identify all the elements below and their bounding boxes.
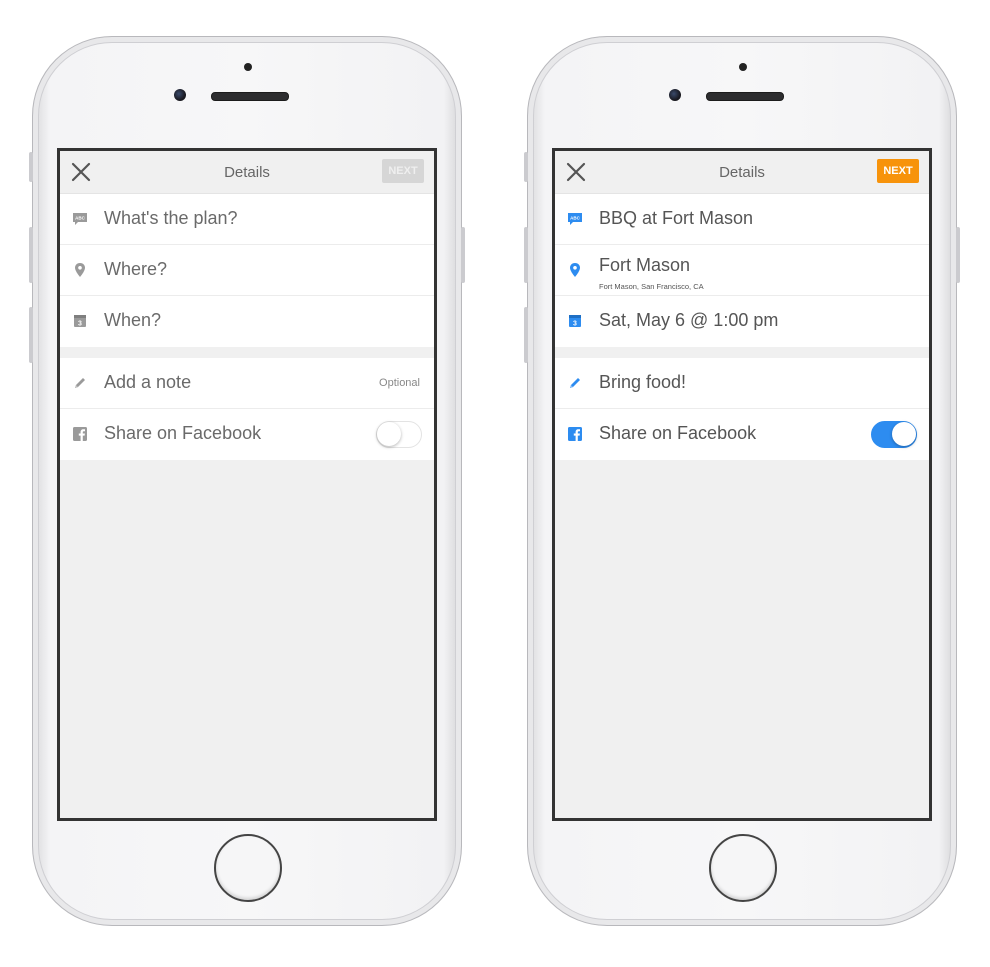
proximity-sensor <box>739 63 747 71</box>
calendar-icon: 3 <box>74 315 86 328</box>
note-value: Bring food! <box>599 372 687 392</box>
svg-text:ABC: ABC <box>75 216 85 221</box>
volume-down-button <box>29 307 33 363</box>
map-pin-icon <box>570 263 580 277</box>
note-placeholder: Add a note <box>104 372 192 392</box>
earpiece-speaker <box>211 92 289 101</box>
share-facebook-row: Share on Facebook <box>555 409 929 460</box>
share-facebook-row: Share on Facebook <box>60 409 434 460</box>
extras-group: Add a note Optional Share on Facebook <box>60 358 434 460</box>
facebook-toggle[interactable] <box>871 421 917 448</box>
proximity-sensor <box>244 63 252 71</box>
phone-left: Details NEXT ABC What's the plan? Where? <box>29 36 465 926</box>
abc-speech-bubble-icon: ABC <box>568 213 582 225</box>
mute-switch <box>524 152 528 182</box>
facebook-icon <box>73 427 87 441</box>
plan-placeholder: What's the plan? <box>104 208 238 228</box>
front-camera <box>669 89 681 101</box>
home-button[interactable] <box>214 834 282 902</box>
optional-hint: Optional <box>379 377 420 389</box>
when-placeholder: When? <box>104 310 162 330</box>
home-button[interactable] <box>709 834 777 902</box>
where-subtitle: Fort Mason, San Francisco, CA <box>599 282 704 291</box>
abc-speech-bubble-icon: ABC <box>73 213 87 225</box>
where-value: Fort Mason <box>599 255 691 275</box>
plan-value: BBQ at Fort Mason <box>599 208 754 228</box>
svg-text:3: 3 <box>573 321 577 328</box>
page-title: Details <box>719 164 765 181</box>
facebook-icon <box>568 427 582 441</box>
section-separator <box>60 347 434 358</box>
mute-switch <box>29 152 33 182</box>
page-title: Details <box>224 164 270 181</box>
volume-down-button <box>524 307 528 363</box>
note-field[interactable]: Add a note Optional <box>60 358 434 409</box>
navigation-bar: Details NEXT <box>555 151 929 194</box>
power-button <box>461 227 465 283</box>
toggle-knob <box>377 422 401 446</box>
svg-text:ABC: ABC <box>570 216 580 221</box>
navigation-bar: Details NEXT <box>60 151 434 194</box>
next-button[interactable]: NEXT <box>877 159 919 183</box>
screen-empty-form: Details NEXT ABC What's the plan? Where? <box>57 148 437 821</box>
facebook-label: Share on Facebook <box>104 423 262 443</box>
plan-field[interactable]: ABC What's the plan? <box>60 194 434 245</box>
plan-field[interactable]: ABC BBQ at Fort Mason <box>555 194 929 245</box>
pencil-icon <box>570 378 580 388</box>
toggle-knob <box>892 422 916 446</box>
when-value: Sat, May 6 @ 1:00 pm <box>599 310 779 330</box>
where-placeholder: Where? <box>104 259 168 279</box>
svg-text:3: 3 <box>78 321 82 328</box>
extras-group: Bring food! Share on Facebook <box>555 358 929 460</box>
facebook-toggle[interactable] <box>376 421 422 448</box>
when-field[interactable]: 3 Sat, May 6 @ 1:00 pm <box>555 296 929 347</box>
screen-filled-form: Details NEXT ABC BBQ at Fort Mason Fort … <box>552 148 932 821</box>
where-field[interactable]: Where? <box>60 245 434 296</box>
power-button <box>956 227 960 283</box>
facebook-label: Share on Facebook <box>599 423 757 443</box>
volume-up-button <box>29 227 33 283</box>
details-group: ABC What's the plan? Where? 3 When? <box>60 194 434 347</box>
section-separator <box>555 347 929 358</box>
pencil-icon <box>75 378 85 388</box>
details-group: ABC BBQ at Fort Mason Fort Mason Fort Ma… <box>555 194 929 347</box>
volume-up-button <box>524 227 528 283</box>
note-field[interactable]: Bring food! <box>555 358 929 409</box>
front-camera <box>174 89 186 101</box>
next-button[interactable]: NEXT <box>382 159 424 183</box>
when-field[interactable]: 3 When? <box>60 296 434 347</box>
earpiece-speaker <box>706 92 784 101</box>
where-field[interactable]: Fort Mason Fort Mason, San Francisco, CA <box>555 245 929 296</box>
calendar-icon: 3 <box>569 315 581 328</box>
phone-right: Details NEXT ABC BBQ at Fort Mason Fort … <box>524 36 960 926</box>
map-pin-icon <box>75 263 85 277</box>
